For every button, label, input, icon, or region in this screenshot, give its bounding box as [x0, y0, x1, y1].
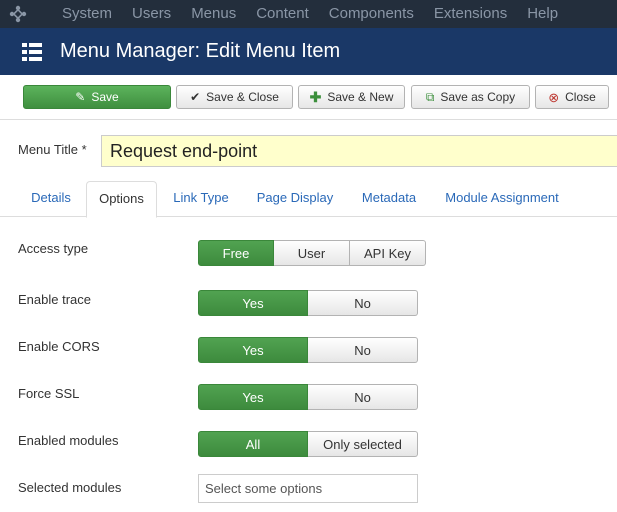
- nav-item-components[interactable]: Components: [319, 0, 424, 28]
- edit-icon: ✎: [75, 90, 86, 104]
- force-ssl-no-option[interactable]: No: [308, 384, 418, 410]
- close-icon: ⊗: [548, 89, 560, 105]
- tab-options[interactable]: Options: [86, 181, 157, 218]
- nav-item-extensions[interactable]: Extensions: [424, 0, 517, 28]
- copy-icon: ⧉: [425, 90, 435, 104]
- save-new-button[interactable]: ✚ Save & New: [298, 85, 405, 109]
- save-copy-button[interactable]: ⧉ Save as Copy: [411, 85, 530, 109]
- access-type-toggle: Free User API Key: [198, 240, 426, 266]
- access-type-free-option[interactable]: Free: [198, 240, 274, 266]
- list-icon: [0, 42, 42, 62]
- page-header: Menu Manager: Edit Menu Item: [0, 28, 617, 75]
- enabled-modules-only-selected-option[interactable]: Only selected: [308, 431, 418, 457]
- access-type-user-option[interactable]: User: [274, 240, 350, 266]
- save-button[interactable]: ✎ Save: [23, 85, 171, 109]
- tab-details[interactable]: Details: [18, 181, 84, 217]
- menu-title-label: Menu Title *: [18, 142, 87, 157]
- enable-cors-label: Enable CORS: [18, 339, 100, 354]
- enable-cors-toggle: Yes No: [198, 337, 418, 363]
- enabled-modules-toggle: All Only selected: [198, 431, 418, 457]
- selected-modules-select[interactable]: Select some options: [198, 474, 418, 503]
- selected-modules-label: Selected modules: [18, 480, 122, 495]
- tab-module-assignment[interactable]: Module Assignment: [436, 181, 568, 217]
- toolbar: ✎ Save ✔ Save & Close ✚ Save & New ⧉ Sav…: [0, 75, 617, 120]
- enabled-modules-all-option[interactable]: All: [198, 431, 308, 457]
- tab-page-display[interactable]: Page Display: [248, 181, 342, 217]
- plus-icon: ✚: [309, 89, 322, 105]
- nav-item-menus[interactable]: Menus: [181, 0, 246, 28]
- enable-trace-toggle: Yes No: [198, 290, 418, 316]
- save-new-label: Save & New: [327, 90, 394, 104]
- menu-title-input[interactable]: Request end-point: [101, 135, 617, 167]
- force-ssl-yes-option[interactable]: Yes: [198, 384, 308, 410]
- tab-metadata[interactable]: Metadata: [352, 181, 426, 217]
- save-close-label: Save & Close: [206, 90, 279, 104]
- close-label: Close: [565, 90, 596, 104]
- joomla-logo-icon[interactable]: [0, 0, 36, 28]
- tab-link-type[interactable]: Link Type: [164, 181, 238, 217]
- force-ssl-toggle: Yes No: [198, 384, 418, 410]
- access-type-label: Access type: [18, 241, 89, 256]
- enable-cors-yes-option[interactable]: Yes: [198, 337, 308, 363]
- nav-item-content[interactable]: Content: [246, 0, 319, 28]
- access-type-api-key-option[interactable]: API Key: [350, 240, 426, 266]
- nav-item-system[interactable]: System: [36, 0, 122, 28]
- enabled-modules-label: Enabled modules: [18, 433, 119, 448]
- save-copy-label: Save as Copy: [440, 90, 516, 104]
- tab-bar: Details Options Link Type Page Display M…: [0, 181, 617, 218]
- save-label: Save: [91, 90, 119, 104]
- enable-trace-yes-option[interactable]: Yes: [198, 290, 308, 316]
- top-navbar: System Users Menus Content Components Ex…: [0, 0, 617, 28]
- check-icon: ✔: [190, 90, 201, 104]
- nav-item-help[interactable]: Help: [517, 0, 568, 28]
- force-ssl-label: Force SSL: [18, 386, 80, 401]
- nav-item-users[interactable]: Users: [122, 0, 181, 28]
- close-button[interactable]: ⊗ Close: [535, 85, 609, 109]
- page-title: Menu Manager: Edit Menu Item: [60, 40, 341, 62]
- save-close-button[interactable]: ✔ Save & Close: [176, 85, 293, 109]
- enable-cors-no-option[interactable]: No: [308, 337, 418, 363]
- enable-trace-label: Enable trace: [18, 292, 91, 307]
- enable-trace-no-option[interactable]: No: [308, 290, 418, 316]
